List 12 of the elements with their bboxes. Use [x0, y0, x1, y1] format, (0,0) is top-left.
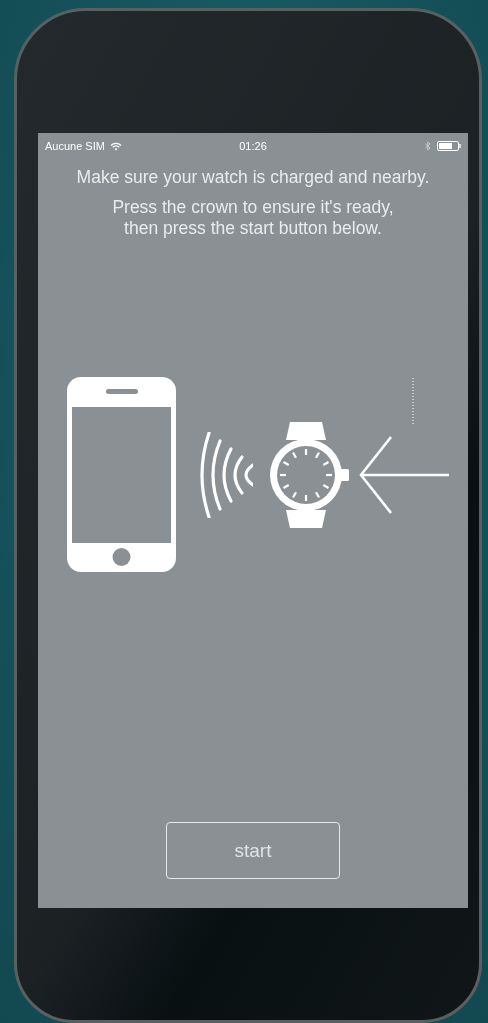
clock-time: 01:26 [239, 140, 267, 152]
smartphone-icon [67, 377, 176, 572]
dotted-line [412, 377, 414, 426]
battery-icon [437, 141, 461, 151]
signal-waves-icon [197, 431, 253, 518]
wifi-icon [109, 141, 122, 151]
instruction-text: Make sure your watch is charged and nearby. [76, 167, 430, 188]
watch-icon [270, 421, 350, 528]
start-button[interactable]: start [166, 822, 340, 879]
bluetooth-icon [425, 141, 431, 151]
carrier-label: Aucune SIM [45, 140, 105, 152]
instruction-text: Press the crown to ensure it's ready, then press the start button below. [111, 197, 395, 239]
